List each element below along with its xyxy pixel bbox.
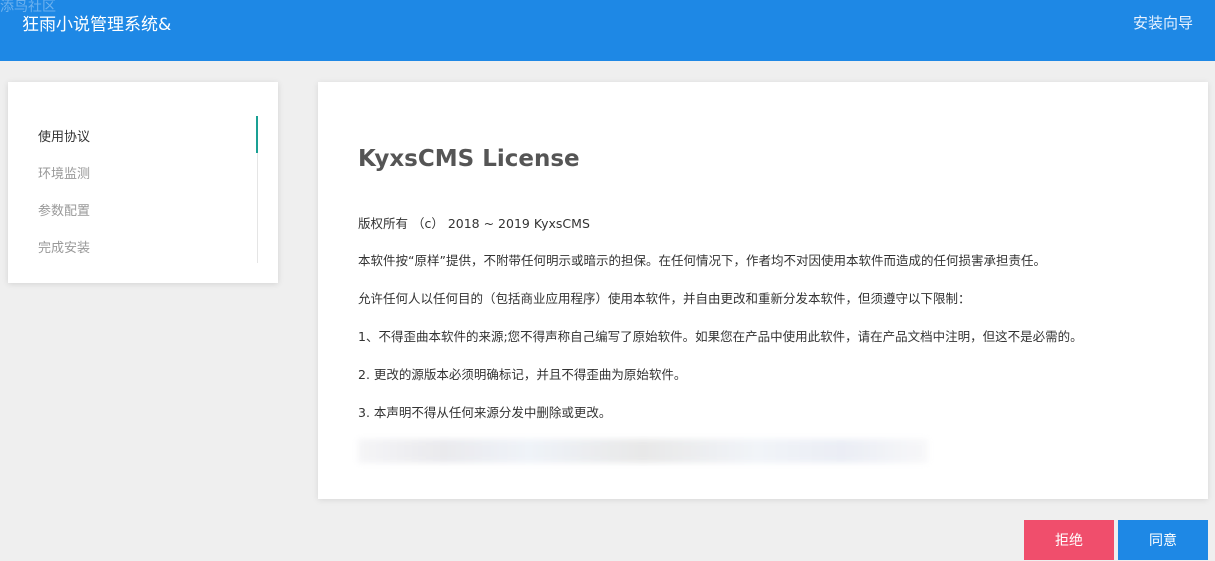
steps-active-indicator <box>256 116 258 153</box>
agree-button[interactable]: 同意 <box>1118 520 1208 560</box>
license-copyright: 版权所有 （c） 2018 ~ 2019 KyxsCMS <box>358 216 590 231</box>
top-header: 添鸟社区 狂雨小说管理系统& 安装向导 <box>0 0 1215 61</box>
license-paragraph-4: 2. 更改的源版本必须明确标记，并且不得歪曲为原始软件。 <box>358 367 687 382</box>
step-complete-install[interactable]: 完成安装 <box>38 237 90 256</box>
brand-title[interactable]: 狂雨小说管理系统& <box>22 10 171 35</box>
install-wizard-label: 安装向导 <box>1132 14 1193 32</box>
license-paragraph-3: 1、不得歪曲本软件的来源;您不得声称自己编写了原始软件。如果您在产品中使用此软件… <box>358 329 1083 344</box>
license-title: KyxsCMS License <box>358 146 580 172</box>
license-paragraph-5: 3. 本声明不得从任何来源分发中删除或更改。 <box>358 405 612 420</box>
reject-button[interactable]: 拒绝 <box>1024 520 1114 560</box>
step-license-agreement[interactable]: 使用协议 <box>38 126 90 145</box>
license-paragraph-2: 允许任何人以任何目的（包括商业应用程序）使用本软件，并自由更改和重新分发本软件，… <box>358 291 971 306</box>
license-panel: KyxsCMS License 版权所有 （c） 2018 ~ 2019 Kyx… <box>318 82 1208 499</box>
blurred-redacted-text <box>358 439 928 463</box>
step-parameter-config[interactable]: 参数配置 <box>38 200 90 219</box>
license-paragraph-1: 本软件按“原样”提供，不附带任何明示或暗示的担保。在任何情况下，作者均不对因使用… <box>358 253 1046 268</box>
step-environment-check[interactable]: 环境监测 <box>38 163 90 182</box>
steps-sidebar: 使用协议 环境监测 参数配置 完成安装 <box>8 82 278 283</box>
